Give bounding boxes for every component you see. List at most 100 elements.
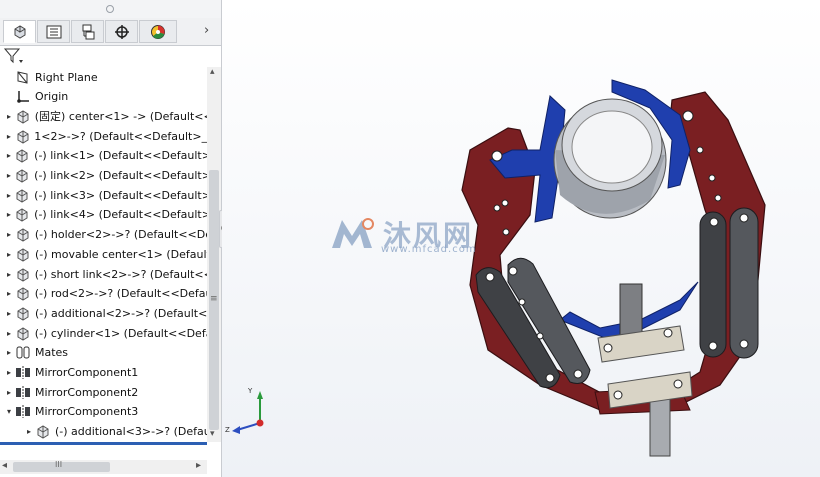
link-right-inner <box>729 207 759 359</box>
horizontal-scroll-grip: III <box>55 460 63 469</box>
tree-item[interactable]: ▸ (-) additional<3>->? (Defau <box>0 422 207 442</box>
tree-item-label: (-) movable center<1> (Default <box>35 247 207 261</box>
tree-item-label: MirrorComponent3 <box>35 405 139 419</box>
expand-toggle-icon[interactable]: ▸ <box>24 427 34 436</box>
part-icon <box>14 108 32 124</box>
part-icon <box>14 168 31 184</box>
tree-item-label: (-) link<4> (Default<<Default>_ <box>34 208 207 222</box>
tree-item-label: (-) link<3> (Default<<Default>_ <box>34 188 207 202</box>
origin-icon <box>14 89 32 105</box>
expand-toggle-icon[interactable]: ▸ <box>4 191 14 200</box>
graphics-area[interactable]: Y Z <box>222 0 820 477</box>
part-icon <box>14 246 32 262</box>
tree-item[interactable]: Origin <box>0 87 207 107</box>
filter-icon <box>3 48 23 64</box>
feature-tree: Right Plane Origin ▸ (固定) center<1> -> (Def… <box>0 67 207 442</box>
expand-toggle-icon[interactable]: ▸ <box>4 368 14 377</box>
tree-item[interactable]: ▸ (-) link<1> (Default<<Default>_ <box>0 146 207 166</box>
tab-feature-manager[interactable] <box>3 20 36 43</box>
part-icon <box>14 148 31 164</box>
tree-item[interactable]: ▸ (-) short link<2>->? (Default<< <box>0 264 207 284</box>
expand-toggle-icon[interactable]: ▸ <box>4 309 14 318</box>
tab-overflow-button[interactable]: › <box>204 23 209 38</box>
mirror-icon <box>14 365 32 381</box>
tree-item[interactable]: Right Plane <box>0 67 207 87</box>
property-manager-icon <box>46 25 61 38</box>
expand-toggle-icon[interactable]: ▸ <box>4 230 14 239</box>
watermark-url: www.mfcad.com <box>381 244 477 255</box>
expand-toggle-icon[interactable]: ▸ <box>4 348 14 357</box>
scroll-right-arrow[interactable]: ▸ <box>196 460 201 471</box>
part-icon <box>14 286 32 302</box>
tree-item[interactable]: ▸ Mates <box>0 343 207 363</box>
horizontal-scroll-thumb[interactable]: III <box>13 460 110 472</box>
scroll-down-arrow[interactable]: ▾ <box>210 429 215 439</box>
dimxpert-icon <box>114 24 129 39</box>
tree-item[interactable]: ▸ (-) link<2> (Default<<Default>_ <box>0 166 207 186</box>
tab-configuration-manager[interactable] <box>71 20 104 43</box>
tab-display-manager[interactable] <box>139 20 177 43</box>
tree-item-label: (-) link<2> (Default<<Default>_ <box>34 169 207 182</box>
tree-item-label: (-) cylinder<1> (Default<<Defa <box>34 326 207 340</box>
part-icon <box>14 305 32 321</box>
tree-item-label: (-) additional<3>->? (Defau <box>55 425 207 439</box>
plane-icon <box>14 69 32 85</box>
panel-grip[interactable] <box>0 0 221 18</box>
tab-dimxpert-manager[interactable] <box>105 20 138 43</box>
tree-selection-bar <box>0 442 207 445</box>
expand-toggle-icon[interactable]: ▸ <box>4 289 14 298</box>
display-manager-icon <box>151 24 165 39</box>
tree-item[interactable]: ▾ MirrorComponent3 <box>0 402 207 422</box>
tree-item[interactable]: ▸ (-) rod<2>->? (Default<<Defau <box>0 284 207 304</box>
feature-manager-icon <box>14 24 25 39</box>
part-icon <box>14 325 32 341</box>
expand-toggle-icon[interactable]: ▸ <box>4 388 14 397</box>
tree-item[interactable]: ▸ (-) link<3> (Default<<Default>_ <box>0 185 207 205</box>
tree-item-label: (-) link<1> (Default<<Default>_ <box>34 149 207 163</box>
scroll-left-arrow[interactable]: ◂ <box>2 460 7 471</box>
tree-item[interactable]: ▸ (-) holder<2>->? (Default<<De <box>0 225 207 245</box>
part-icon <box>14 227 32 243</box>
tree-item[interactable]: ▸ MirrorComponent2 <box>0 382 207 402</box>
mates-icon <box>14 345 32 361</box>
tree-item-label: (-) holder<2>->? (Default<<De <box>34 228 207 242</box>
tree-item[interactable]: ▸ 1<2>->? (Default<<Default>_D <box>0 126 207 146</box>
tab-property-manager[interactable] <box>37 20 70 43</box>
tree-item[interactable]: ▸ MirrorComponent1 <box>0 363 207 383</box>
triad-y-label: Y <box>248 387 253 395</box>
tree-item-label: Right Plane <box>35 70 98 84</box>
mirror-icon <box>14 404 32 420</box>
feature-manager-panel: › Right Plane Origin ▸ (固定) center<1> -> (D… <box>0 0 229 477</box>
expand-toggle-icon[interactable]: ▸ <box>4 250 14 259</box>
vertical-scroll-thumb[interactable]: ≡ <box>209 170 219 430</box>
tree-item-label: 1<2>->? (Default<<Default>_D <box>34 129 207 143</box>
filter-button[interactable] <box>3 46 27 66</box>
tree-item-label: (-) short link<2>->? (Default<< <box>34 267 207 281</box>
tree-item[interactable]: ▸ (-) movable center<1> (Default <box>0 244 207 264</box>
expand-toggle-icon[interactable]: ▸ <box>4 329 14 338</box>
expand-toggle-icon[interactable]: ▸ <box>4 112 14 121</box>
tree-item-label: MirrorComponent1 <box>35 366 139 379</box>
tree-item-label: (固定) center<1> -> (Default<< <box>34 110 207 124</box>
part-icon <box>34 424 52 440</box>
tree-item[interactable]: ▸ (-) link<4> (Default<<Default>_ <box>0 205 207 225</box>
link-right-outer <box>699 211 727 358</box>
expand-toggle-icon[interactable]: ▸ <box>4 210 14 219</box>
expand-toggle-icon[interactable]: ▸ <box>4 270 14 279</box>
expand-toggle-icon[interactable]: ▸ <box>4 171 14 180</box>
tree-item[interactable]: ▸ (-) additional<2>->? (Default< <box>0 303 207 323</box>
tree-item[interactable]: ▸ (-) cylinder<1> (Default<<Defa <box>0 323 207 343</box>
tree-item-label: MirrorComponent2 <box>35 385 139 399</box>
scroll-up-arrow[interactable]: ▴ <box>210 67 215 77</box>
expand-toggle-icon[interactable]: ▸ <box>4 151 14 160</box>
mirror-icon <box>14 384 32 400</box>
tube-inner <box>571 110 653 184</box>
tree-item-label: Mates <box>35 346 69 360</box>
vertical-scroll-grip: ≡ <box>210 294 218 304</box>
expand-toggle-icon[interactable]: ▾ <box>4 407 14 416</box>
tree-item[interactable]: ▸ (固定) center<1> -> (Default<< <box>0 106 207 126</box>
expand-toggle-icon[interactable]: ▸ <box>4 132 14 141</box>
panel-tabs: › <box>0 18 221 46</box>
watermark-logo <box>332 218 374 248</box>
tree-item-label: (-) rod<2>->? (Default<<Defau <box>34 287 207 301</box>
